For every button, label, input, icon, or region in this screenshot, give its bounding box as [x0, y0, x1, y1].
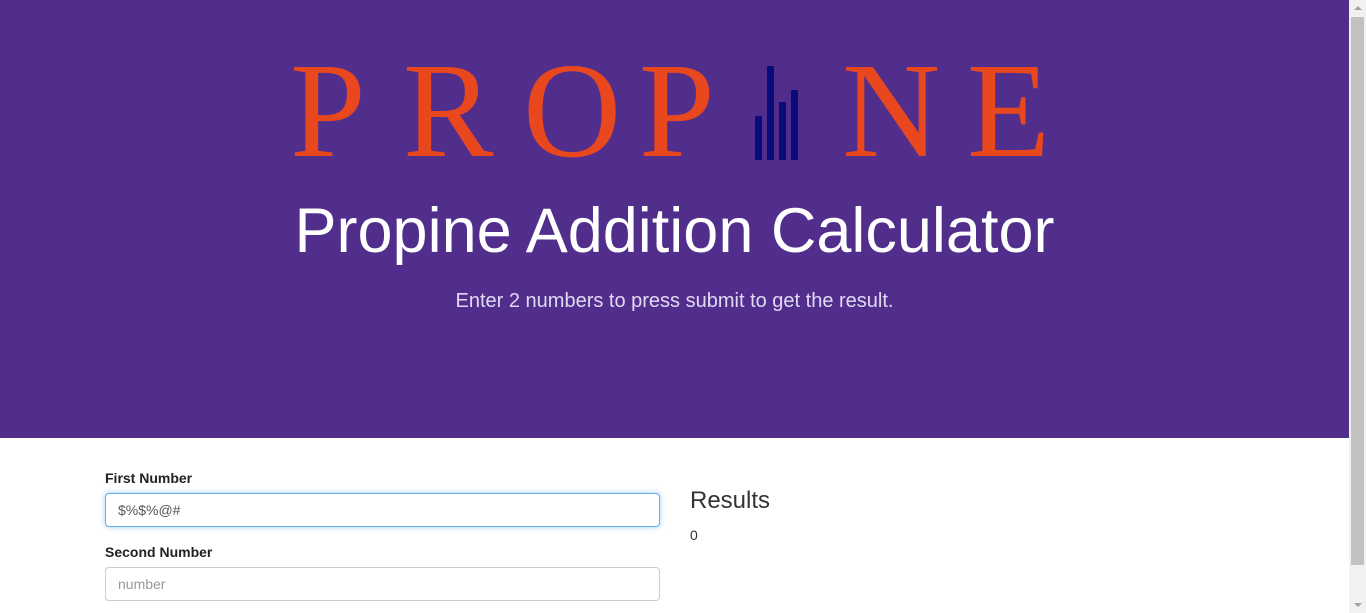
propine-logo: P R O P N E [287, 36, 1067, 186]
vertical-scrollbar[interactable] [1349, 0, 1366, 613]
bar-chart-icon [755, 66, 805, 160]
results-heading: Results [690, 487, 771, 514]
logo-letter: P [290, 36, 366, 186]
page-title: Propine Addition Calculator [294, 196, 1055, 266]
hero-banner: P R O P N E Propine Addition Calculator … [0, 0, 1349, 438]
logo-letter: E [967, 36, 1051, 186]
first-number-input[interactable] [105, 493, 660, 527]
second-number-input[interactable] [105, 567, 660, 601]
logo-letter: P [639, 36, 715, 186]
second-number-label: Second Number [105, 544, 213, 560]
logo-letter: N [842, 36, 941, 186]
scroll-up-arrow-icon[interactable] [1349, 0, 1366, 17]
scroll-down-arrow-icon[interactable] [1349, 596, 1366, 613]
logo-letter: R [403, 36, 494, 186]
logo-letter: O [523, 36, 622, 186]
first-number-label: First Number [105, 470, 193, 486]
results-value: 0 [690, 527, 698, 543]
page-subtitle: Enter 2 numbers to press submit to get t… [455, 290, 894, 312]
scrollbar-thumb[interactable] [1351, 17, 1364, 565]
browser-viewport: P R O P N E Propine Addition Calculator … [0, 0, 1366, 613]
page: P R O P N E Propine Addition Calculator … [0, 0, 1349, 613]
